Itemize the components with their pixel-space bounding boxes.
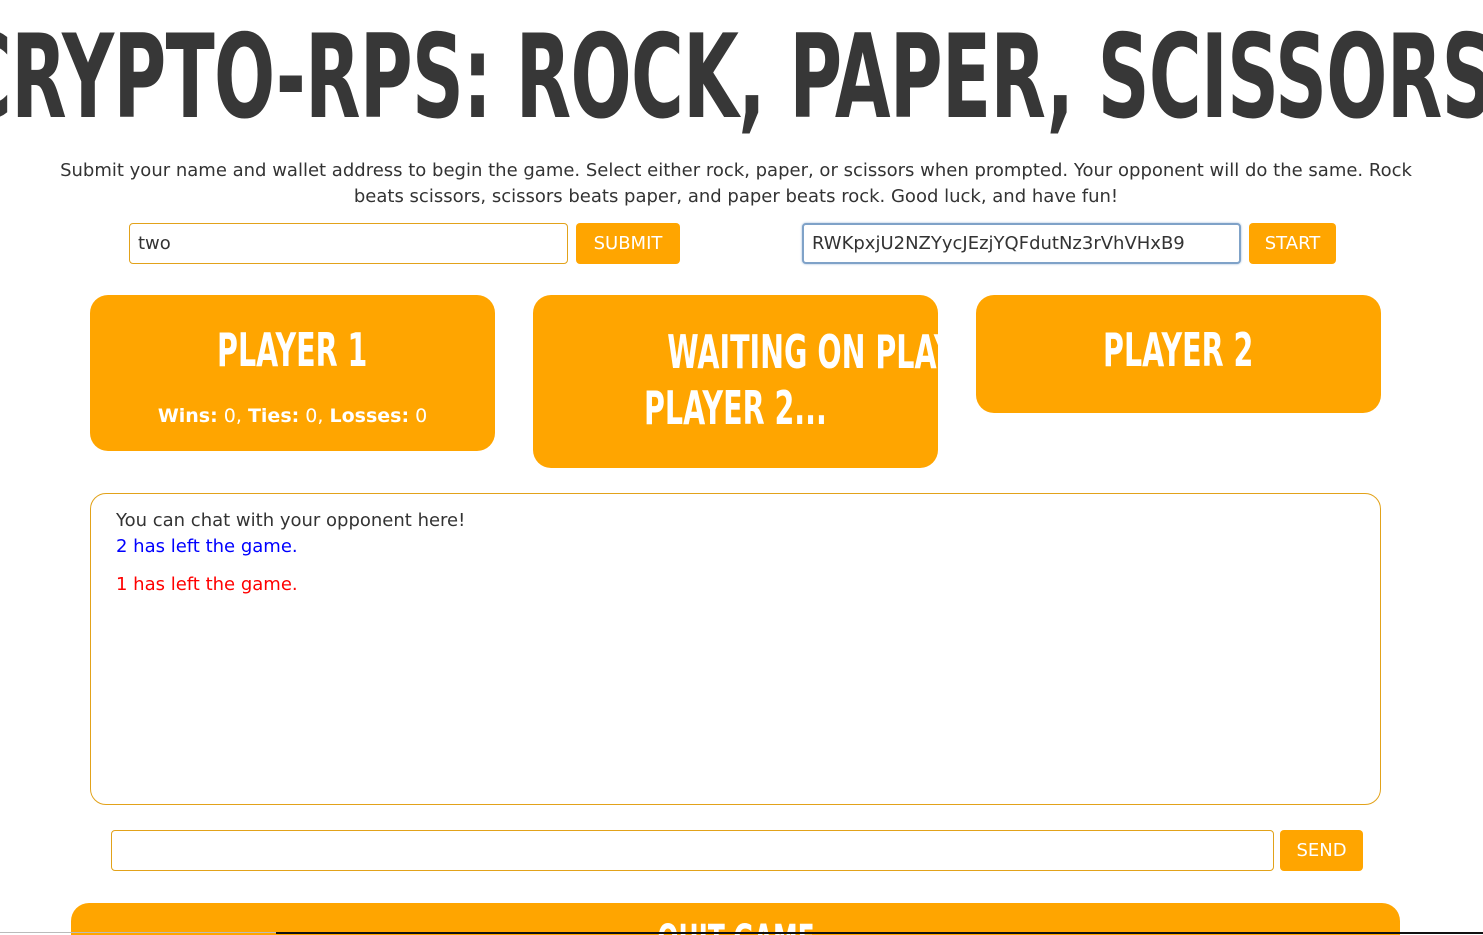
name-input[interactable] xyxy=(129,223,568,264)
wallet-address-input[interactable] xyxy=(802,223,1241,264)
page-title: CRYPTO-RPS: ROCK, PAPER, SCISSORS! xyxy=(0,14,1483,144)
player1-title: PLAYER 1 xyxy=(217,323,368,377)
player1-card: PLAYER 1 Wins: 0, Ties: 0, Losses: 0 xyxy=(90,295,495,451)
wins-label: Wins: xyxy=(157,405,218,427)
quit-game-button[interactable]: QUIT GAME xyxy=(71,903,1400,935)
chat-message: 2 has left the game. xyxy=(116,536,298,557)
page-divider xyxy=(276,932,1483,934)
status-line-2: PLAYER 2... xyxy=(644,381,827,435)
player1-stats: Wins: 0, Ties: 0, Losses: 0 xyxy=(157,405,428,427)
chat-message-input[interactable] xyxy=(111,830,1274,871)
player2-card: PLAYER 2 xyxy=(976,295,1381,413)
wins-value: 0 xyxy=(223,405,236,427)
page-divider xyxy=(0,932,276,933)
chat-intro: You can chat with your opponent here! xyxy=(116,510,466,531)
losses-label: Losses: xyxy=(329,405,410,427)
chat-message: 1 has left the game. xyxy=(116,574,298,595)
game-instructions: Submit your name and wallet address to b… xyxy=(60,160,1412,207)
losses-value: 0 xyxy=(415,405,428,427)
chat-box[interactable]: You can chat with your opponent here! 2 … xyxy=(90,493,1381,805)
send-button[interactable]: SEND xyxy=(1280,830,1363,871)
game-status-card: WAITING ON PLAYER 1 AND PLAYER 2... xyxy=(533,295,1105,468)
page-title-wrap: CRYPTO-RPS: ROCK, PAPER, SCISSORS! xyxy=(0,14,1483,144)
ties-value: 0 xyxy=(305,405,318,427)
submit-button[interactable]: SUBMIT xyxy=(576,223,680,264)
start-button[interactable]: START xyxy=(1249,223,1336,264)
ties-label: Ties: xyxy=(247,405,300,427)
player2-title: PLAYER 2 xyxy=(1103,323,1254,377)
